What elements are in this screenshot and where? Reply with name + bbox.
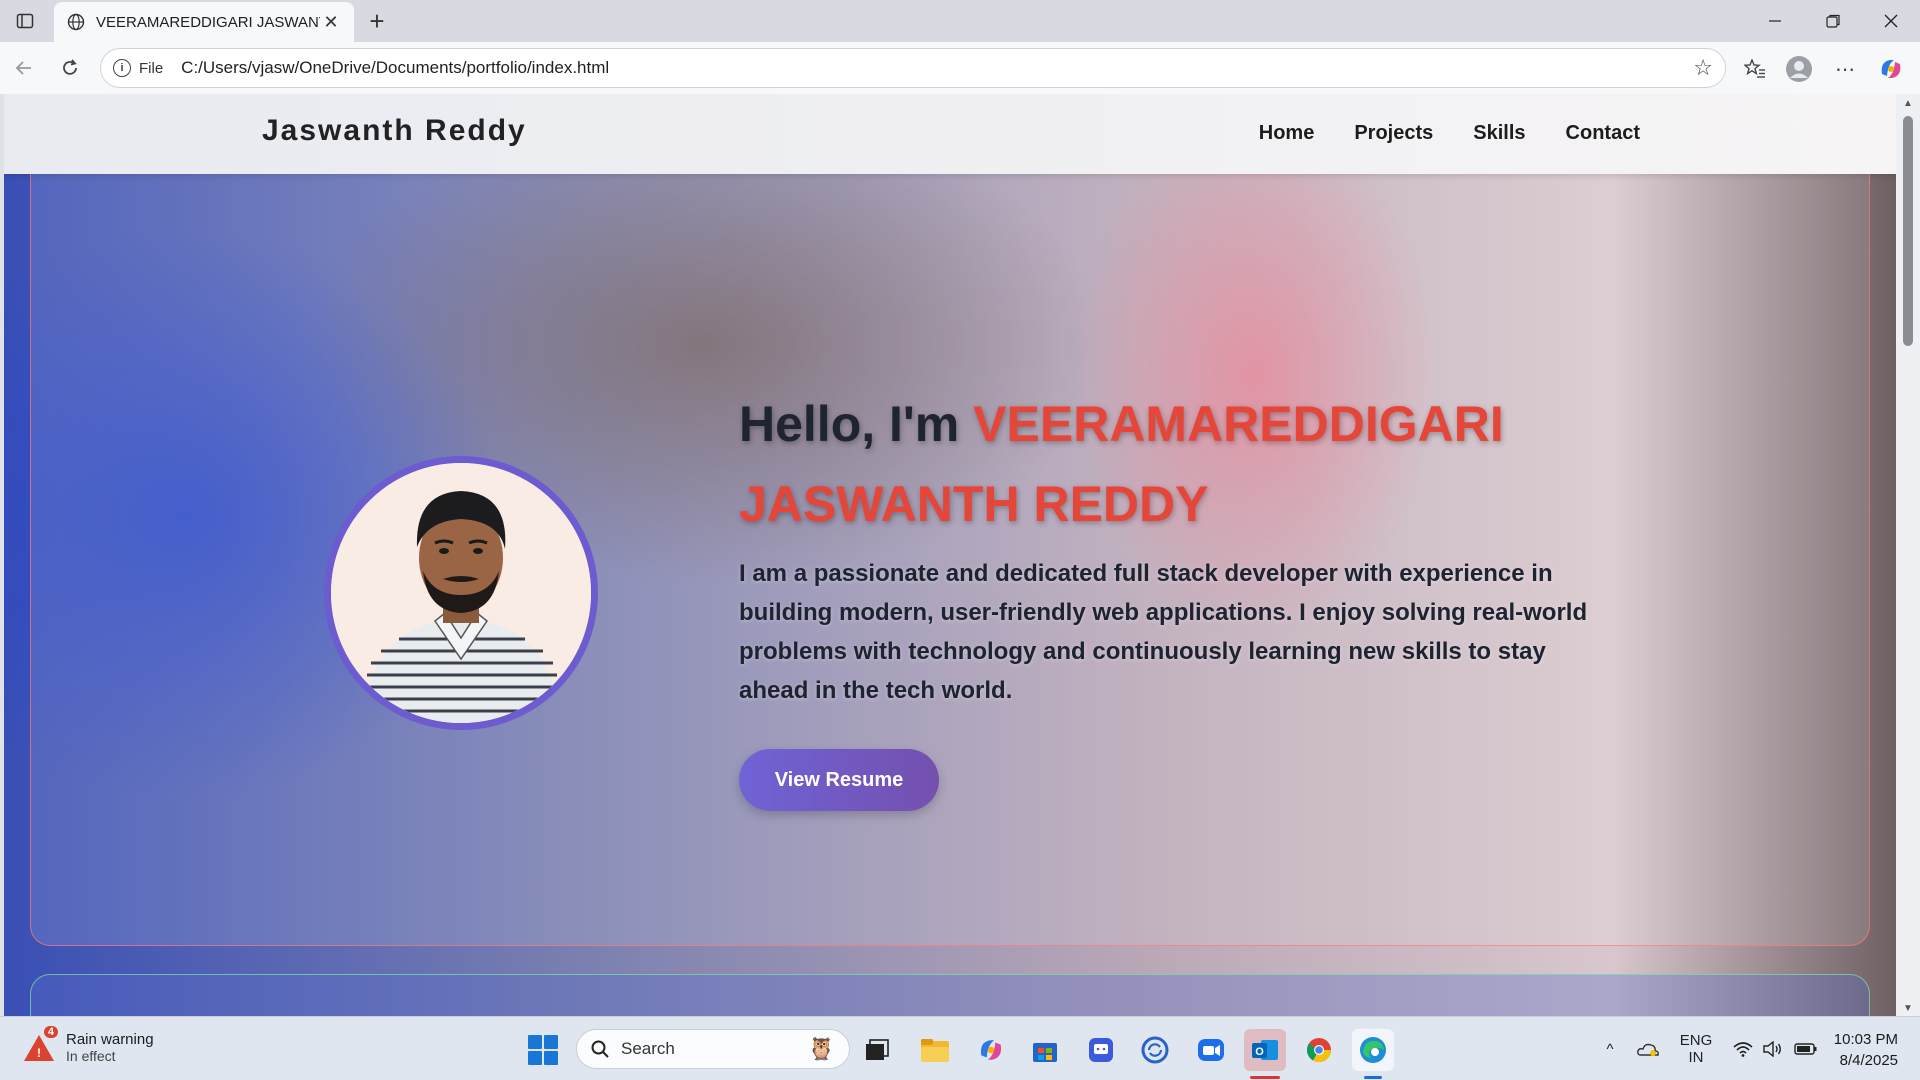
globe-icon xyxy=(66,12,86,32)
hero-greeting: Hello, I'm xyxy=(739,396,974,452)
rain-warning-icon: ! 4 xyxy=(22,1025,58,1064)
scrollbar-thumb[interactable] xyxy=(1903,116,1913,346)
copilot-app-icon[interactable] xyxy=(970,1029,1012,1071)
svg-text:O: O xyxy=(1255,1046,1264,1058)
more-options-icon[interactable]: ⋯ xyxy=(1828,52,1862,86)
url-text[interactable]: C:/Users/vjasw/OneDrive/Documents/portfo… xyxy=(181,58,1693,78)
language-region: IN xyxy=(1688,1049,1704,1066)
tab-title: VEERAMAREDDIGARI JASWANTH xyxy=(96,13,320,31)
next-section xyxy=(30,974,1870,1016)
nav-home[interactable]: Home xyxy=(1259,122,1315,145)
hero-heading: Hello, I'm VEERAMAREDDIGARI JASWANTH RED… xyxy=(739,384,1579,544)
site-nav: Home Projects Skills Contact xyxy=(1259,122,1640,145)
address-bar[interactable]: i File C:/Users/vjasw/OneDrive/Documents… xyxy=(100,48,1726,88)
search-highlight-owl-icon: 🦉 xyxy=(807,1036,835,1061)
tray-overflow-icon[interactable]: ^ xyxy=(1598,1017,1622,1080)
zoom-app-icon[interactable] xyxy=(1190,1029,1232,1071)
scroll-up-icon[interactable]: ▲ xyxy=(1902,98,1914,109)
clock-time: 10:03 PM xyxy=(1833,1031,1898,1048)
search-icon xyxy=(591,1040,609,1058)
hero-description: I am a passionate and dedicated full sta… xyxy=(739,560,1588,704)
browser-tab-active[interactable]: VEERAMAREDDIGARI JASWANTH ✕ xyxy=(54,2,354,42)
teams-chat-icon[interactable] xyxy=(1080,1029,1122,1071)
favorites-icon[interactable] xyxy=(1738,52,1772,86)
wifi-icon[interactable] xyxy=(1730,1017,1756,1080)
taskbar-search[interactable]: Search 🦉 xyxy=(576,1029,850,1069)
language-indicator[interactable]: ENG IN xyxy=(1674,1017,1718,1080)
page-scrollbar[interactable]: ▲ ▼ xyxy=(1896,94,1920,1016)
volume-icon[interactable] xyxy=(1760,1017,1786,1080)
site-info-icon[interactable]: i xyxy=(113,59,131,77)
clock-date: 8/4/2025 xyxy=(1839,1052,1898,1069)
language-code: ENG xyxy=(1679,1032,1713,1049)
system-clock[interactable]: 10:03 PM 8/4/2025 xyxy=(1834,1029,1898,1071)
minimize-icon[interactable] xyxy=(1746,0,1804,42)
profile-photo xyxy=(324,456,598,730)
windows-taskbar: ! 4 Rain warning In effect Search 🦉 O ^ … xyxy=(0,1016,1920,1080)
sync-app-icon[interactable] xyxy=(1134,1029,1176,1071)
microsoft-store-icon[interactable] xyxy=(1024,1029,1066,1071)
battery-icon[interactable] xyxy=(1792,1017,1820,1080)
edge-app-icon[interactable] xyxy=(1352,1029,1394,1079)
refresh-icon[interactable] xyxy=(54,52,86,84)
url-scheme: File xyxy=(139,59,164,77)
file-explorer-icon[interactable] xyxy=(914,1029,956,1071)
tab-close-icon[interactable]: ✕ xyxy=(320,11,342,33)
chrome-app-icon[interactable] xyxy=(1298,1029,1340,1071)
page-viewport: Jaswanth Reddy Home Projects Skills Cont… xyxy=(4,94,1896,1016)
nav-projects[interactable]: Projects xyxy=(1354,122,1433,145)
favorite-star-icon[interactable]: ☆ xyxy=(1693,55,1713,81)
site-brand[interactable]: Jaswanth Reddy xyxy=(262,114,527,148)
nav-skills[interactable]: Skills xyxy=(1473,122,1525,145)
portrait-illustration xyxy=(331,463,591,723)
weather-widget[interactable]: ! 4 Rain warning In effect xyxy=(22,1025,154,1064)
start-windows-icon[interactable] xyxy=(528,1035,558,1065)
browser-toolbar: i File C:/Users/vjasw/OneDrive/Documents… xyxy=(0,42,1920,94)
view-resume-button[interactable]: View Resume xyxy=(739,749,939,811)
profile-avatar-icon[interactable] xyxy=(1782,52,1816,86)
restore-icon[interactable] xyxy=(1804,0,1862,42)
onedrive-status-icon[interactable] xyxy=(1634,1017,1662,1080)
tab-actions-icon[interactable] xyxy=(10,8,40,34)
svg-text:!: ! xyxy=(37,1046,41,1060)
weather-badge: 4 xyxy=(43,1025,58,1038)
weather-subtitle: In effect xyxy=(66,1048,116,1064)
search-label: Search xyxy=(621,1039,675,1058)
weather-title: Rain warning xyxy=(66,1031,154,1048)
site-header: Jaswanth Reddy Home Projects Skills Cont… xyxy=(4,94,1896,174)
active-indicator xyxy=(1250,1076,1280,1079)
close-window-icon[interactable] xyxy=(1862,0,1920,42)
back-icon[interactable] xyxy=(8,52,40,84)
active-indicator xyxy=(1364,1076,1382,1079)
outlook-app-icon[interactable]: O xyxy=(1244,1029,1286,1079)
scroll-down-icon[interactable]: ▼ xyxy=(1902,1003,1914,1014)
new-tab-button[interactable]: + xyxy=(362,6,392,36)
copilot-icon[interactable] xyxy=(1874,52,1908,86)
nav-contact[interactable]: Contact xyxy=(1566,122,1640,145)
browser-tab-strip: VEERAMAREDDIGARI JASWANTH ✕ + xyxy=(0,0,1920,42)
task-view-icon[interactable] xyxy=(856,1029,898,1071)
